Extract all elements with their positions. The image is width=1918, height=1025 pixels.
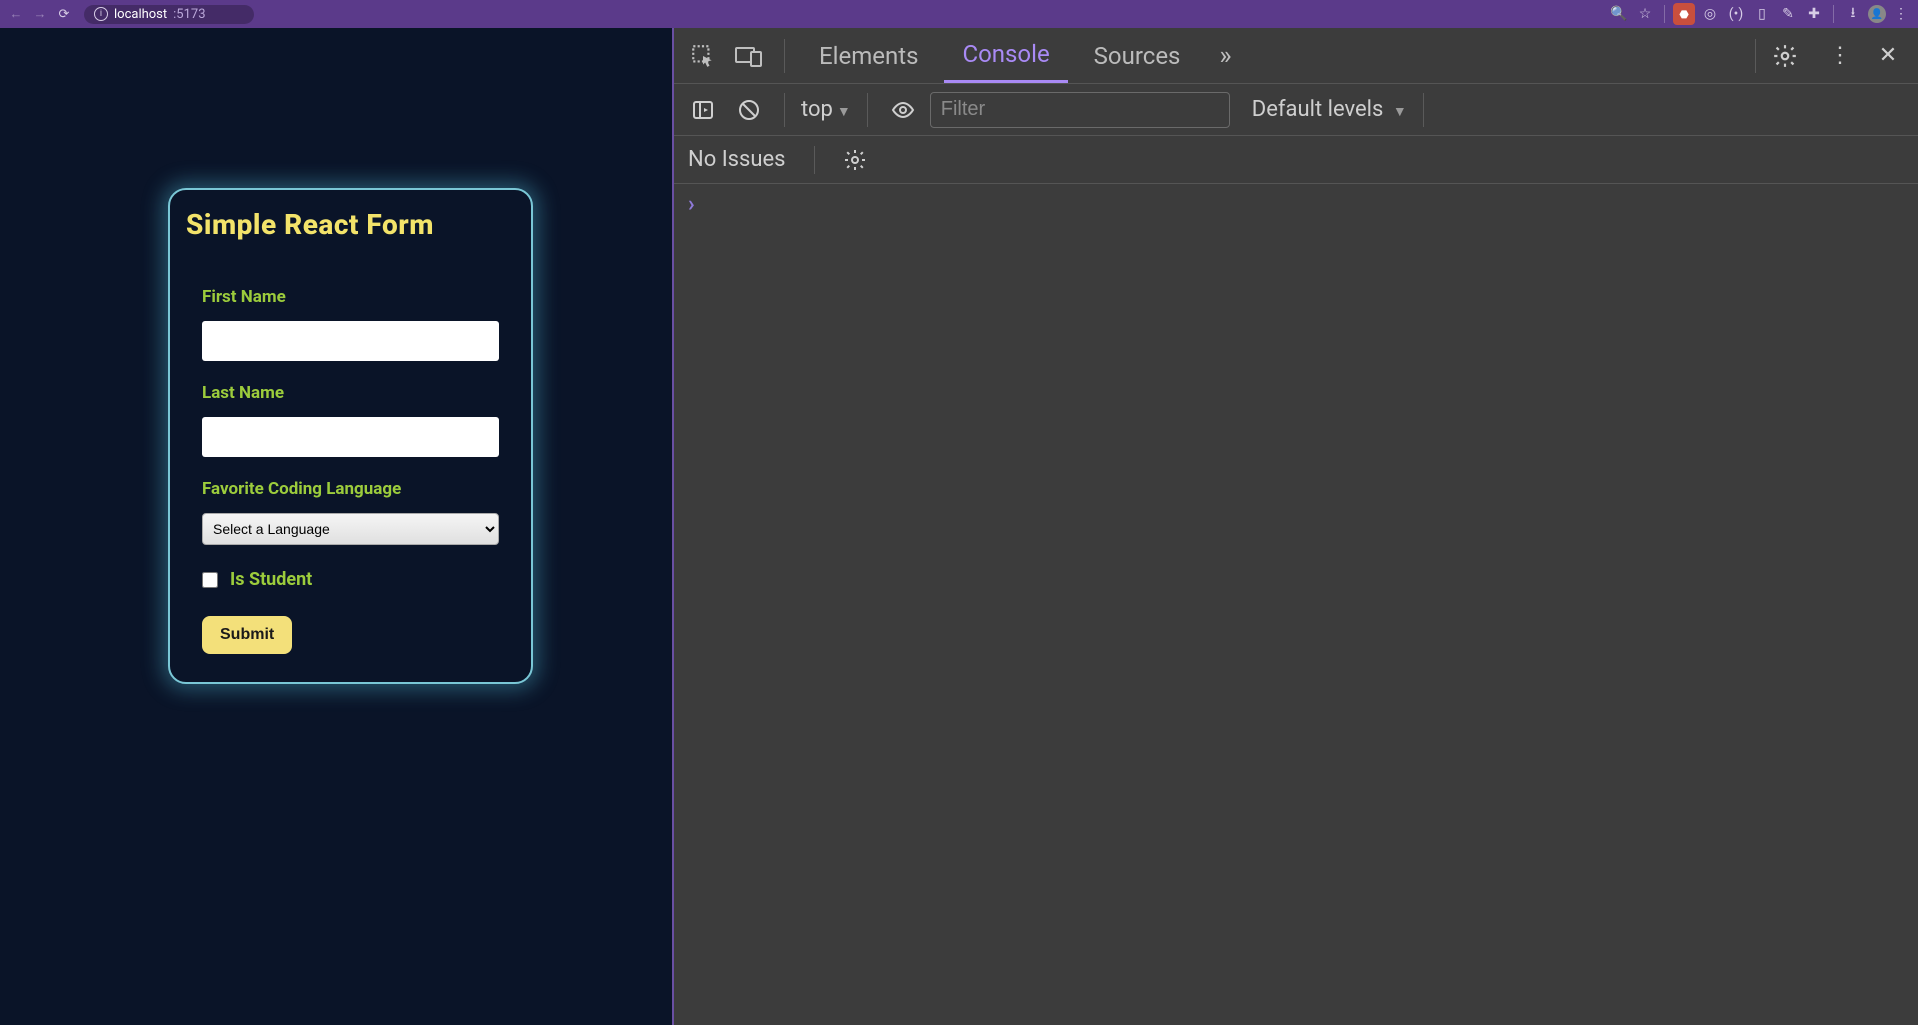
page-viewport: Simple React Form First Name Last Name F… <box>0 28 672 1025</box>
extension-icon-4[interactable]: ▯ <box>1751 3 1773 25</box>
profile-avatar-icon[interactable]: 👤 <box>1868 5 1886 23</box>
more-tabs-icon[interactable]: » <box>1206 37 1244 75</box>
devtools-tabbar: Elements Console Sources » ⋮ ✕ <box>674 28 1918 84</box>
tab-console[interactable]: Console <box>944 28 1067 83</box>
last-name-field: Last Name <box>186 383 515 457</box>
url-host: localhost <box>114 7 167 22</box>
console-settings-gear-icon[interactable] <box>843 148 867 172</box>
address-bar[interactable]: i localhost :5173 <box>84 5 254 24</box>
submit-button[interactable]: Submit <box>202 616 292 654</box>
eyedropper-icon[interactable]: ✎ <box>1777 3 1799 25</box>
language-label: Favorite Coding Language <box>202 479 499 499</box>
tab-sources[interactable]: Sources <box>1076 28 1199 83</box>
extension-icon-1[interactable]: ⬣ <box>1673 3 1695 25</box>
bookmark-star-icon[interactable]: ☆ <box>1634 3 1656 25</box>
devtools-menu-icon[interactable]: ⋮ <box>1820 43 1860 68</box>
console-prompt-caret-icon: › <box>688 192 695 217</box>
browser-toolbar: ← → ⟳ i localhost :5173 🔍 ☆ ⬣ ◎ (•) ▯ ✎ ✚… <box>0 0 1918 28</box>
tab-elements[interactable]: Elements <box>801 28 936 83</box>
first-name-field: First Name <box>186 287 515 361</box>
back-button[interactable]: ← <box>6 6 26 22</box>
language-select[interactable]: Select a Language <box>202 513 499 545</box>
kebab-menu-icon[interactable]: ⋮ <box>1890 3 1912 25</box>
language-field: Favorite Coding Language Select a Langua… <box>186 479 515 545</box>
first-name-label: First Name <box>202 287 499 307</box>
console-sidebar-toggle-icon[interactable] <box>684 91 722 129</box>
extensions-puzzle-icon[interactable]: ✚ <box>1803 3 1825 25</box>
clear-console-icon[interactable] <box>730 91 768 129</box>
console-filter-input[interactable] <box>930 92 1230 128</box>
devtools-close-icon[interactable]: ✕ <box>1868 43 1908 68</box>
form-card: Simple React Form First Name Last Name F… <box>168 188 533 684</box>
device-toolbar-icon[interactable] <box>730 37 768 75</box>
live-expression-eye-icon[interactable] <box>884 91 922 129</box>
is-student-checkbox[interactable] <box>202 572 218 588</box>
devtools-settings-icon[interactable] <box>1772 43 1812 69</box>
zoom-icon[interactable]: 🔍 <box>1608 3 1630 25</box>
console-toolbar: top▼ Default levels ▼ <box>674 84 1918 136</box>
inspect-element-icon[interactable] <box>684 37 722 75</box>
last-name-label: Last Name <box>202 383 499 403</box>
devtools-panel: Elements Console Sources » ⋮ ✕ top▼ <box>672 28 1918 1025</box>
extension-icon-2[interactable]: ◎ <box>1699 3 1721 25</box>
is-student-label: Is Student <box>230 569 312 590</box>
reload-button[interactable]: ⟳ <box>54 7 74 22</box>
console-output[interactable]: › <box>674 184 1918 1025</box>
url-port: :5173 <box>173 7 205 22</box>
no-issues-label: No Issues <box>688 147 786 172</box>
issues-bar: No Issues <box>674 136 1918 184</box>
forward-button[interactable]: → <box>30 6 50 22</box>
extension-icon-3[interactable]: (•) <box>1725 3 1747 25</box>
log-levels-selector[interactable]: Default levels ▼ <box>1252 97 1407 122</box>
downloads-icon[interactable]: ⭳ <box>1842 3 1864 25</box>
form-title: Simple React Form <box>186 208 515 241</box>
last-name-input[interactable] <box>202 417 499 457</box>
site-info-icon[interactable]: i <box>94 7 108 21</box>
first-name-input[interactable] <box>202 321 499 361</box>
is-student-field: Is Student <box>186 569 515 590</box>
context-selector[interactable]: top▼ <box>801 97 851 122</box>
main-area: Simple React Form First Name Last Name F… <box>0 28 1918 1025</box>
